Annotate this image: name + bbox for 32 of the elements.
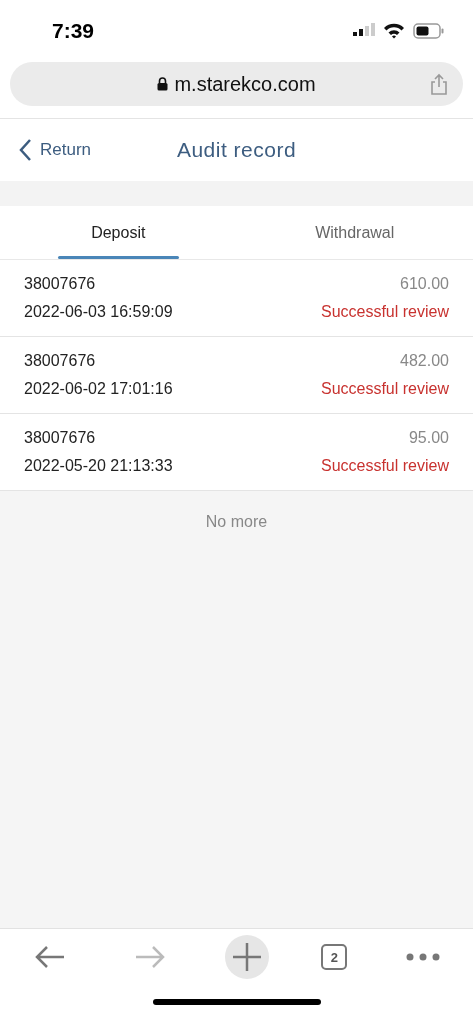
share-icon[interactable] — [429, 73, 449, 95]
wifi-icon — [383, 23, 405, 39]
record-amount: 482.00 — [400, 352, 449, 370]
right-arrow-icon — [133, 944, 166, 970]
record-id: 38007676 — [24, 429, 96, 447]
signal-icon — [353, 23, 375, 39]
battery-icon — [413, 23, 445, 39]
record-status: Successful review — [320, 457, 449, 475]
record-status: Successful review — [320, 303, 449, 321]
tab-count-button[interactable]: 2 — [321, 944, 348, 970]
lock-icon — [157, 77, 169, 91]
tab[interactable]: Withdrawal — [236, 206, 473, 259]
page-title: Audit record — [176, 138, 297, 161]
record-time: 2022-06-02 17:01:16 — [24, 380, 173, 398]
record-time: 2022-06-03 16:59:09 — [24, 303, 173, 321]
record-time: 2022-05-20 21:13:33 — [24, 457, 173, 475]
left-arrow-icon — [33, 944, 66, 970]
clock-time: 7:39 — [52, 19, 95, 43]
record-amount: 95.00 — [408, 429, 449, 447]
tab[interactable]: Deposit — [0, 206, 237, 259]
record-id: 38007676 — [24, 352, 96, 370]
plus-icon — [232, 942, 263, 972]
end-message: No more — [205, 513, 268, 530]
chevron-left-icon — [18, 138, 32, 162]
record-id: 38007676 — [24, 275, 96, 293]
new-tab-button[interactable] — [225, 935, 270, 979]
record-status: Successful review — [320, 380, 449, 398]
more-icon — [406, 953, 441, 961]
address-bar[interactable]: m.starekco.com — [10, 62, 463, 106]
record-amount: 610.00 — [400, 275, 449, 293]
return-button[interactable]: Return — [18, 138, 92, 162]
url-text: m.starekco.com — [174, 72, 316, 96]
